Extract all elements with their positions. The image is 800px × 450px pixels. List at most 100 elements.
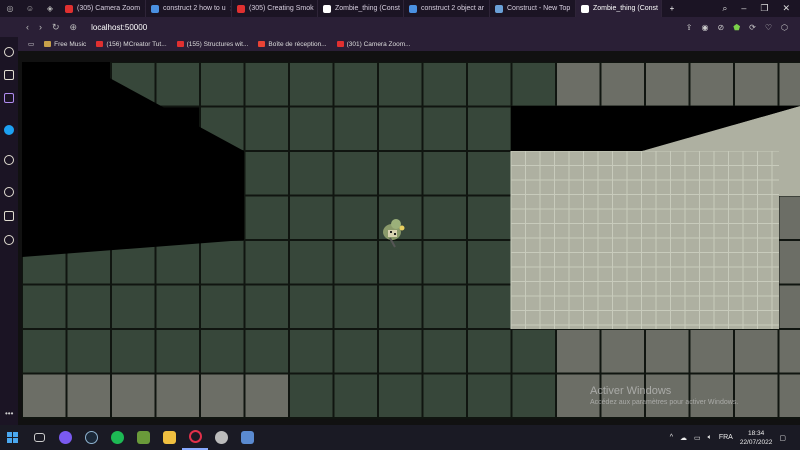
speed-dial-icon[interactable] [4,47,14,57]
floor-tile-dark [154,239,201,286]
extension-icon[interactable]: ⬡ [781,23,788,32]
floor-tile-dark [466,372,513,419]
maximize-icon[interactable]: ❐ [760,3,768,14]
windows-activation-watermark: Activer Windows Accédez aux paramètres p… [590,385,739,406]
bookmarks-bar: ▭ Free Music (156) MCreator Tut... (155) St… [18,37,800,51]
floor-tile-dark [466,105,513,152]
browser-tab[interactable]: Zombie_thing (Const✕ [576,0,662,17]
refresh-icon[interactable]: ⟳ [749,23,756,32]
bookmark-label: Boîte de réception... [268,40,327,48]
network-icon[interactable]: ▭ [694,434,701,442]
tab-favicon-icon [151,4,159,13]
url-field[interactable]: localhost:50000 [91,23,147,32]
floor-tile-dark [154,283,201,330]
construct-icon[interactable] [234,425,260,450]
camera-icon[interactable]: ◉ [702,23,709,32]
floor-tile-dark [332,372,379,419]
floor-tile-dark [510,328,557,375]
wall-tile-grey [644,328,691,375]
floor-tile-dark [466,283,513,330]
floor-tile-dark [510,62,557,108]
back-icon[interactable]: ‹ [26,22,29,32]
volume-icon[interactable]: 🔈︎ [708,434,712,442]
tab-label: (305) Creating Smok [249,5,314,12]
reload-icon[interactable]: ↻ [52,22,60,33]
floor-tile-dark [22,328,68,375]
floor-tile-dark [243,105,290,152]
bookmark-item[interactable]: (156) MCreator Tut... [96,41,167,48]
settings-icon[interactable] [4,235,14,245]
folder-icon[interactable]: ▭ [28,40,34,48]
minecraft-icon[interactable] [130,425,156,450]
game-canvas[interactable] [22,62,800,419]
pinned-tab-2[interactable]: ☺ [20,0,40,17]
twitch-icon[interactable] [4,93,14,103]
bookmark-item[interactable]: Boîte de réception... [258,40,327,48]
bag-icon[interactable] [4,70,14,80]
cloud-icon[interactable]: ☁ [680,434,687,442]
new-tab-button[interactable]: + [662,0,682,17]
floor-tile-dark [65,283,112,330]
forward-icon[interactable]: › [39,22,42,32]
wall-tile-grey [777,194,800,241]
windows-start-icon[interactable] [0,425,26,450]
block-icon[interactable]: ⊘ [717,23,724,32]
steam-icon[interactable] [78,425,104,450]
cube-icon[interactable] [4,211,14,221]
floor-tile-dark [377,105,424,152]
spotify-icon[interactable] [104,425,130,450]
browser-tab[interactable]: Construct - New Top✕ [490,0,576,17]
wall-tile-grey [777,62,800,108]
history-icon[interactable] [4,187,14,197]
file-explorer-icon[interactable] [156,425,182,450]
floor-tile-dark [288,105,335,152]
favorite-icon[interactable]: ♡ [765,23,772,32]
floor-tile-dark [288,194,335,241]
shield-icon[interactable]: ⬟ [733,23,740,32]
task-view-icon[interactable] [26,425,52,450]
app-icon-1[interactable] [52,425,78,450]
language-indicator[interactable]: FRA [719,434,733,441]
wall-tile-grey [777,239,800,286]
floor-tile-dark [421,239,468,286]
browser-tab[interactable]: Zombie_thing (Const✕ [318,0,404,17]
browser-tab[interactable]: construct 2 how to u✕ [146,0,232,17]
floor-tile-dark [332,194,379,241]
bookmark-item[interactable]: (301) Camera Zoom... [336,40,411,48]
player-icon[interactable] [4,155,14,165]
floor-tile-dark [199,283,246,330]
floor-tile-dark [199,239,246,286]
floor-tile-dark [288,62,335,108]
browser-tab[interactable]: (305) Camera Zoom✕ [60,0,146,17]
settings-app-icon[interactable] [208,425,234,450]
browser-tab[interactable]: construct 2 object ar✕ [404,0,490,17]
search-icon[interactable]: ⌕ [722,3,727,14]
floor-tile-dark [332,150,379,197]
wall-tile-grey [644,62,691,108]
twitter-icon[interactable] [4,125,14,135]
pinned-tab-1[interactable]: ◎ [0,0,20,17]
tray-chevron-icon[interactable]: ^ [670,434,673,441]
browser-tab[interactable]: (305) Creating Smok✕ [232,0,318,17]
close-icon[interactable]: ✕ [782,3,790,14]
floor-tile-dark [243,150,290,197]
windows-taskbar: ^ ☁ ▭ 🔈︎ FRA 18:34 22/07/2022 ▢ [0,425,800,450]
floor-tile-dark [421,328,468,375]
notification-icon[interactable]: ▢ [779,434,786,442]
share-icon[interactable]: ⇪ [686,23,693,32]
bookmark-label: (301) Camera Zoom... [346,40,411,48]
opera-gx-icon[interactable] [182,425,208,450]
wall-tile-grey [154,372,201,419]
bookmark-item[interactable]: Free Music [44,41,86,48]
pinned-tab-3[interactable]: ◈ [40,0,60,17]
floor-tile-dark [466,239,513,286]
site-info-icon[interactable]: ⊕ [70,22,78,33]
floor-tile-dark [243,283,290,330]
wall-tile-grey [733,372,780,419]
clock[interactable]: 18:34 22/07/2022 [740,429,773,447]
bookmark-icon [336,41,344,47]
floor-tile-dark [466,328,513,375]
bookmark-item[interactable]: (155) Structures wit... [176,41,248,48]
more-icon[interactable]: ••• [5,409,13,418]
minimize-icon[interactable]: – [741,3,746,14]
